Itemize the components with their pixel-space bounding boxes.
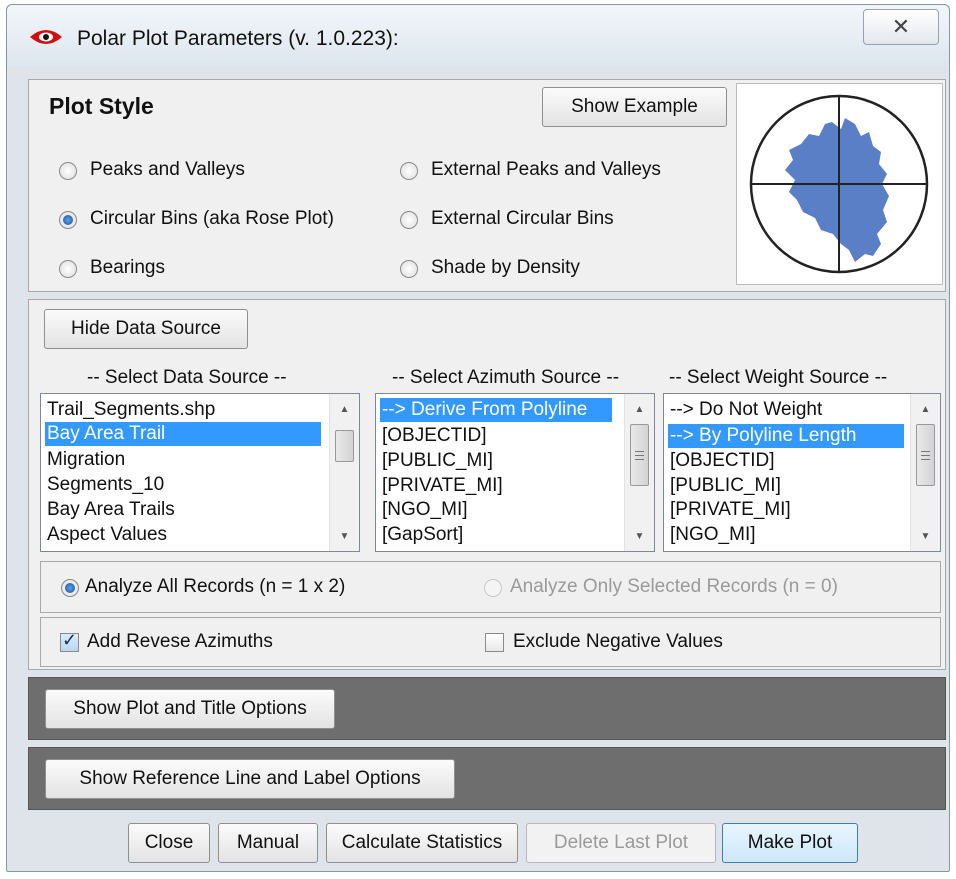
thumb-grip (635, 455, 644, 456)
list-item-selected[interactable]: Bay Area Trail (45, 422, 321, 446)
list-item[interactable]: [NGO_MI] (668, 523, 758, 547)
polar-plot-dialog: Polar Plot Parameters (v. 1.0.223): ✕ Pl… (6, 4, 950, 872)
shade-density-radio[interactable] (400, 260, 418, 278)
data-source-caption: -- Select Data Source -- (87, 367, 287, 388)
thumb-grip (635, 451, 644, 452)
checkmark-icon: ✓ (62, 630, 78, 650)
external-peaks-valleys-label: External Peaks and Valleys (431, 159, 661, 180)
analyze-selected-radio[interactable] (484, 579, 502, 597)
circular-bins-label: Circular Bins (aka Rose Plot) (90, 208, 334, 229)
bearings-radio[interactable] (59, 260, 77, 278)
weight-source-caption: -- Select Weight Source -- (669, 367, 888, 388)
plot-style-heading: Plot Style (49, 93, 154, 119)
list-item[interactable]: Segments_10 (45, 473, 166, 497)
scroll-down-icon[interactable]: ▼ (625, 527, 654, 547)
azimuth-scrollbar[interactable]: ▲ ▼ (624, 394, 654, 551)
show-reference-line-options-button[interactable]: Show Reference Line and Label Options (45, 759, 455, 799)
thumb-grip (635, 459, 644, 460)
azimuth-source-list[interactable]: --> Derive From Polyline [OBJECTID] [PUB… (375, 393, 655, 552)
close-icon: ✕ (891, 14, 911, 39)
shade-density-label: Shade by Density (431, 257, 580, 278)
list-item[interactable]: Aspect Values (45, 523, 169, 547)
scroll-down-icon[interactable]: ▼ (911, 527, 940, 547)
data-source-list[interactable]: Trail_Segments.shp Bay Area Trail Migrat… (40, 393, 360, 552)
list-item[interactable]: [PRIVATE_MI] (380, 474, 505, 498)
close-window-button[interactable]: ✕ (863, 9, 939, 45)
external-circular-bins-label: External Circular Bins (431, 208, 614, 229)
list-item[interactable]: [NGO_MI] (380, 498, 470, 522)
list-item[interactable]: [OBJECTID] (380, 424, 489, 448)
list-item[interactable]: [PUBLIC_MI] (380, 449, 495, 473)
scroll-up-icon[interactable]: ▲ (911, 400, 940, 420)
add-reverse-azimuths-checkbox[interactable]: ✓ (60, 630, 79, 652)
analyze-selected-label: Analyze Only Selected Records (n = 0) (510, 576, 838, 597)
app-eye-icon (30, 30, 62, 44)
rose-plot-preview-icon (749, 94, 929, 274)
hide-data-source-button[interactable]: Hide Data Source (44, 309, 248, 349)
external-peaks-valleys-radio[interactable] (400, 162, 418, 180)
weight-source-list[interactable]: --> Do Not Weight --> By Polyline Length… (663, 393, 941, 552)
peaks-valleys-label: Peaks and Valleys (90, 159, 245, 180)
scroll-thumb[interactable] (630, 424, 649, 486)
thumb-grip (921, 455, 930, 456)
title-bar: Polar Plot Parameters (v. 1.0.223): ✕ (7, 5, 949, 67)
scroll-up-icon[interactable]: ▲ (625, 400, 654, 420)
circular-bins-radio[interactable] (59, 211, 77, 229)
list-item-selected[interactable]: --> By Polyline Length (668, 424, 904, 448)
list-item[interactable]: [GapSort] (380, 523, 465, 547)
exclude-negative-label: Exclude Negative Values (513, 631, 723, 652)
analyze-all-label: Analyze All Records (n = 1 x 2) (85, 576, 346, 597)
list-item[interactable]: --> Do Not Weight (668, 398, 824, 422)
calculate-statistics-button[interactable]: Calculate Statistics (326, 823, 518, 863)
thumb-grip (921, 451, 930, 452)
peaks-valleys-radio[interactable] (59, 162, 77, 180)
list-item-selected[interactable]: --> Derive From Polyline (380, 398, 612, 422)
weight-scrollbar[interactable]: ▲ ▼ (910, 394, 940, 551)
show-plot-title-options-button[interactable]: Show Plot and Title Options (45, 689, 335, 729)
analyze-all-radio[interactable] (61, 579, 79, 597)
external-circular-bins-radio[interactable] (400, 211, 418, 229)
thumb-grip (921, 459, 930, 460)
close-button[interactable]: Close (128, 823, 210, 863)
delete-last-plot-button[interactable]: Delete Last Plot (526, 823, 716, 863)
list-item[interactable]: [PUBLIC_MI] (668, 474, 783, 498)
bearings-label: Bearings (90, 257, 165, 278)
azimuth-source-caption: -- Select Azimuth Source -- (392, 367, 620, 388)
scroll-up-icon[interactable]: ▲ (330, 400, 359, 420)
data-source-scrollbar[interactable]: ▲ ▼ (329, 394, 359, 551)
list-item[interactable]: [PRIVATE_MI] (668, 498, 793, 522)
list-item[interactable]: [OBJECTID] (668, 449, 777, 473)
scroll-thumb[interactable] (335, 430, 354, 462)
list-item[interactable]: Migration (45, 448, 127, 472)
show-example-button[interactable]: Show Example (542, 87, 727, 127)
manual-button[interactable]: Manual (218, 823, 318, 863)
scroll-down-icon[interactable]: ▼ (330, 527, 359, 547)
list-item[interactable]: Bay Area Trails (45, 498, 177, 522)
window-title: Polar Plot Parameters (v. 1.0.223): (77, 27, 399, 50)
add-reverse-azimuths-label: Add Revese Azimuths (87, 631, 273, 652)
plot-preview (736, 83, 943, 285)
make-plot-button[interactable]: Make Plot (722, 823, 858, 863)
exclude-negative-checkbox[interactable] (485, 633, 504, 652)
scroll-thumb[interactable] (916, 424, 935, 486)
list-item[interactable]: Trail_Segments.shp (45, 398, 217, 422)
